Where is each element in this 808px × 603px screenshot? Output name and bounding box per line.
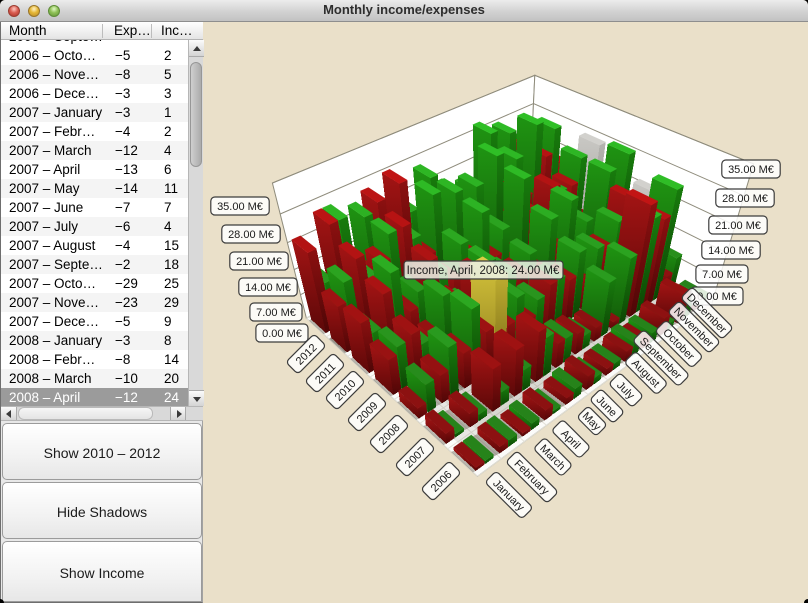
- svg-text:14.00 M€: 14.00 M€: [245, 282, 291, 294]
- svg-text:14.00 M€: 14.00 M€: [708, 245, 754, 257]
- svg-text:7.00 M€: 7.00 M€: [256, 307, 296, 319]
- svg-text:28.00 M€: 28.00 M€: [722, 193, 768, 205]
- svg-text:35.00 M€: 35.00 M€: [728, 164, 774, 176]
- svg-text:Income, April, 2008: 24.00 M€: Income, April, 2008: 24.00 M€: [407, 265, 560, 277]
- svg-text:21.00 M€: 21.00 M€: [236, 256, 282, 268]
- svg-text:0.00 M€: 0.00 M€: [262, 328, 302, 340]
- svg-text:7.00 M€: 7.00 M€: [702, 269, 742, 281]
- svg-text:35.00 M€: 35.00 M€: [217, 201, 263, 213]
- svg-text:28.00 M€: 28.00 M€: [228, 229, 274, 241]
- svg-text:21.00 M€: 21.00 M€: [715, 220, 761, 232]
